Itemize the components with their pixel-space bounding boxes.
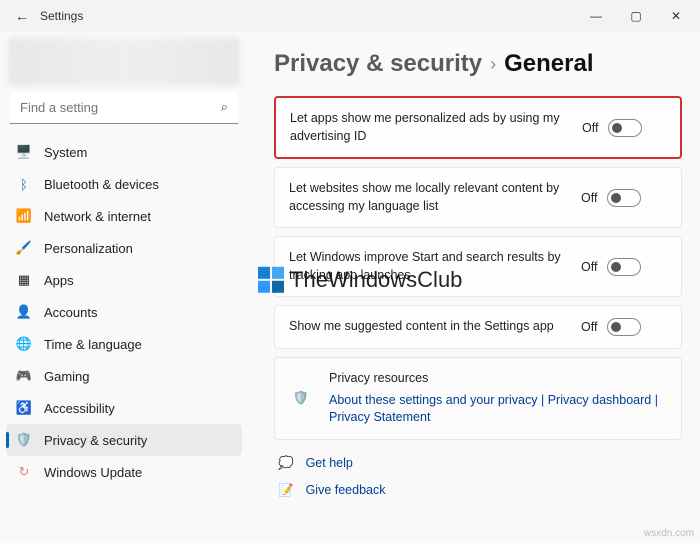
update-icon: ↻: [16, 464, 32, 480]
back-button[interactable]: ←: [10, 8, 34, 24]
sidebar-item-gaming[interactable]: 🎮 Gaming: [6, 360, 242, 392]
privacy-resources: 🛡️ Privacy resources About these setting…: [274, 357, 682, 440]
setting-label: Let apps show me personalized ads by usi…: [290, 110, 570, 145]
sidebar-item-label: Network & internet: [44, 209, 151, 224]
search-icon: ⌕: [221, 99, 228, 115]
gaming-icon: 🎮: [16, 368, 32, 384]
sidebar-item-label: Gaming: [44, 369, 90, 384]
setting-advertising-id: Let apps show me personalized ads by usi…: [274, 96, 682, 159]
sidebar-item-update[interactable]: ↻ Windows Update: [6, 456, 242, 488]
wifi-icon: 📶: [16, 208, 32, 224]
toggle-state: Off: [581, 191, 597, 205]
titlebar: ← Settings — ▢ ✕: [0, 0, 700, 32]
sidebar-item-privacy[interactable]: 🛡️ Privacy & security: [6, 424, 242, 456]
breadcrumb: Privacy & security › General: [274, 50, 682, 78]
sidebar-item-personalization[interactable]: 🖌️ Personalization: [6, 232, 242, 264]
setting-suggested-content: Show me suggested content in the Setting…: [274, 305, 682, 349]
breadcrumb-parent[interactable]: Privacy & security: [274, 50, 482, 78]
setting-label: Let Windows improve Start and search res…: [289, 249, 569, 284]
help-row: 💭 Get help: [274, 448, 682, 475]
window-title: Settings: [40, 9, 576, 23]
link-privacy-statement[interactable]: Privacy Statement: [329, 410, 430, 424]
sidebar-item-accessibility[interactable]: ♿ Accessibility: [6, 392, 242, 424]
toggle-state: Off: [581, 260, 597, 274]
setting-label: Show me suggested content in the Setting…: [289, 318, 569, 336]
window-controls: — ▢ ✕: [576, 0, 696, 32]
get-help-link[interactable]: Get help: [306, 456, 353, 470]
toggle-switch[interactable]: [607, 258, 641, 276]
page-title: General: [504, 50, 593, 78]
accessibility-icon: ♿: [16, 400, 32, 416]
toggle-state: Off: [582, 121, 598, 135]
sidebar-item-accounts[interactable]: 👤 Accounts: [6, 296, 242, 328]
close-button[interactable]: ✕: [656, 0, 696, 32]
sidebar: ⌕ 🖥️ System ᛒ Bluetooth & devices 📶 Network…: [0, 32, 248, 543]
setting-app-launches: Let Windows improve Start and search res…: [274, 236, 682, 297]
sidebar-item-label: Bluetooth & devices: [44, 177, 159, 192]
minimize-button[interactable]: —: [576, 0, 616, 32]
resources-title: Privacy resources: [329, 370, 667, 388]
sidebar-item-label: System: [44, 145, 87, 160]
sidebar-item-label: Accessibility: [44, 401, 115, 416]
corner-link: wsxdn.com: [644, 528, 694, 539]
sidebar-item-label: Personalization: [44, 241, 133, 256]
sidebar-item-label: Apps: [44, 273, 74, 288]
sidebar-item-label: Windows Update: [44, 465, 142, 480]
link-about-privacy[interactable]: About these settings and your privacy: [329, 393, 537, 407]
sidebar-item-label: Time & language: [44, 337, 142, 352]
apps-icon: ▦: [16, 272, 32, 288]
nav-list: 🖥️ System ᛒ Bluetooth & devices 📶 Network &…: [0, 136, 248, 488]
link-privacy-dashboard[interactable]: Privacy dashboard: [548, 393, 652, 407]
shield-icon: 🛡️: [16, 432, 32, 448]
main-panel: Privacy & security › General Let apps sh…: [248, 32, 700, 543]
sidebar-item-bluetooth[interactable]: ᛒ Bluetooth & devices: [6, 168, 242, 200]
toggle-switch[interactable]: [607, 318, 641, 336]
sidebar-item-apps[interactable]: ▦ Apps: [6, 264, 242, 296]
toggle-switch[interactable]: [607, 189, 641, 207]
sidebar-item-label: Privacy & security: [44, 433, 147, 448]
brush-icon: 🖌️: [16, 240, 32, 256]
setting-language-list: Let websites show me locally relevant co…: [274, 167, 682, 228]
setting-label: Let websites show me locally relevant co…: [289, 180, 569, 215]
system-icon: 🖥️: [16, 144, 32, 160]
sidebar-item-label: Accounts: [44, 305, 97, 320]
sidebar-item-system[interactable]: 🖥️ System: [6, 136, 242, 168]
give-feedback-link[interactable]: Give feedback: [306, 483, 386, 497]
feedback-row: 📝 Give feedback: [274, 475, 682, 502]
feedback-icon: 📝: [278, 483, 294, 498]
profile-block[interactable]: [8, 38, 240, 86]
accounts-icon: 👤: [16, 304, 32, 320]
help-icon: 💭: [278, 456, 294, 471]
sidebar-item-time[interactable]: 🌐 Time & language: [6, 328, 242, 360]
shield-icon: 🛡️: [289, 386, 313, 410]
chevron-right-icon: ›: [490, 54, 496, 75]
toggle-state: Off: [581, 320, 597, 334]
bluetooth-icon: ᛒ: [16, 176, 32, 192]
toggle-switch[interactable]: [608, 119, 642, 137]
clock-icon: 🌐: [16, 336, 32, 352]
sidebar-item-network[interactable]: 📶 Network & internet: [6, 200, 242, 232]
search-input[interactable]: [10, 92, 238, 124]
maximize-button[interactable]: ▢: [616, 0, 656, 32]
